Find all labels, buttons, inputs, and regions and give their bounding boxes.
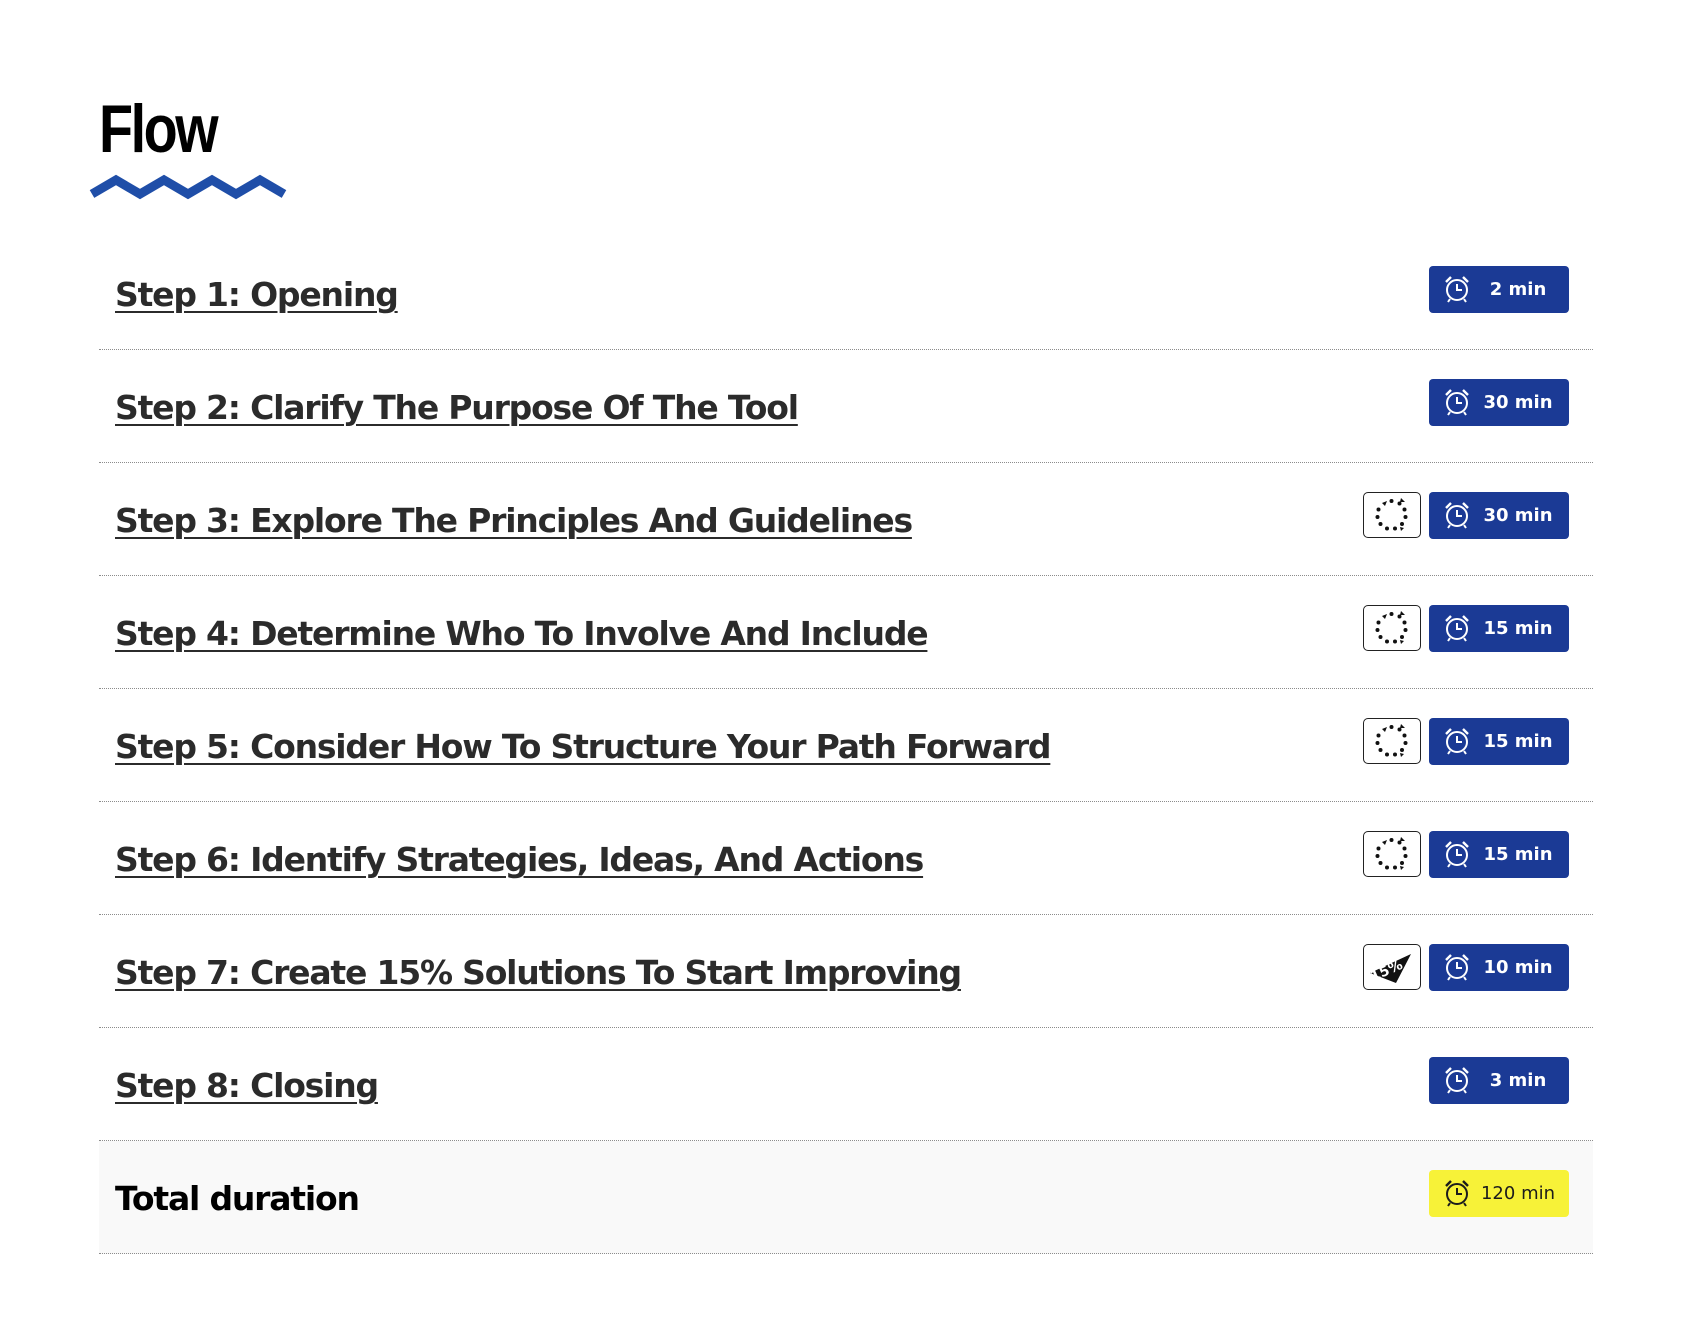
total-row: Total duration 120 min <box>99 1141 1593 1254</box>
duration-badge: 2 min <box>1429 266 1569 313</box>
steps-list: Step 1: Opening 2 min Step 2: Clarify Th… <box>99 237 1593 1254</box>
duration-text: 15 min <box>1483 618 1553 639</box>
alarm-clock-icon <box>1445 841 1469 868</box>
fifteen-percent-icon: 15% <box>1363 944 1421 990</box>
duration-text: 15 min <box>1483 844 1553 865</box>
duration-text: 2 min <box>1489 279 1547 300</box>
duration-text: 15 min <box>1483 731 1553 752</box>
alarm-clock-icon <box>1445 502 1469 529</box>
step-row: Step 6: Identify Strategies, Ideas, And … <box>99 802 1593 915</box>
step-row: Step 7: Create 15% Solutions To Start Im… <box>99 915 1593 1028</box>
duration-badge: 30 min <box>1429 379 1569 426</box>
step-7-link[interactable]: Step 7: Create 15% Solutions To Start Im… <box>115 951 962 995</box>
duration-text: 30 min <box>1483 505 1553 526</box>
step-6-link[interactable]: Step 6: Identify Strategies, Ideas, And … <box>115 838 924 882</box>
step-8-link[interactable]: Step 8: Closing <box>115 1064 379 1108</box>
alarm-clock-icon <box>1445 615 1469 642</box>
step-row: Step 2: Clarify The Purpose Of The Tool … <box>99 350 1593 463</box>
fifteen-percent-text: 15% <box>1368 957 1405 985</box>
step-row: Step 8: Closing 3 min <box>99 1028 1593 1141</box>
alarm-clock-icon <box>1445 728 1469 755</box>
duration-text: 3 min <box>1489 1070 1547 1091</box>
dotted-circle-icon <box>1363 605 1421 651</box>
step-row: Step 1: Opening 2 min <box>99 237 1593 350</box>
step-row: Step 3: Explore The Principles And Guide… <box>99 463 1593 576</box>
flow-page: Flow Step 1: Opening 2 min Step 2: Clari… <box>0 0 1702 1343</box>
duration-badge: 10 min <box>1429 944 1569 991</box>
dotted-circle-icon <box>1363 492 1421 538</box>
alarm-clock-icon <box>1445 954 1469 981</box>
step-4-link[interactable]: Step 4: Determine Who To Involve And Inc… <box>115 612 929 656</box>
duration-badge: 15 min <box>1429 831 1569 878</box>
total-duration-badge: 120 min <box>1429 1170 1569 1217</box>
alarm-clock-icon <box>1445 1067 1469 1094</box>
alarm-clock-icon <box>1445 389 1469 416</box>
duration-badge: 3 min <box>1429 1057 1569 1104</box>
duration-text: 10 min <box>1483 957 1553 978</box>
step-row: Step 4: Determine Who To Involve And Inc… <box>99 576 1593 689</box>
alarm-clock-icon <box>1445 276 1469 303</box>
step-3-link[interactable]: Step 3: Explore The Principles And Guide… <box>115 499 913 543</box>
dotted-circle-icon <box>1363 831 1421 877</box>
duration-badge: 30 min <box>1429 492 1569 539</box>
duration-badge: 15 min <box>1429 605 1569 652</box>
alarm-clock-icon <box>1445 1180 1469 1207</box>
step-5-link[interactable]: Step 5: Consider How To Structure Your P… <box>115 725 1052 769</box>
total-duration-text: 120 min <box>1480 1183 1556 1204</box>
duration-badge: 15 min <box>1429 718 1569 765</box>
total-duration-label: Total duration <box>115 1179 360 1218</box>
zigzag-divider-icon <box>89 174 287 200</box>
step-row: Step 5: Consider How To Structure Your P… <box>99 689 1593 802</box>
step-1-link[interactable]: Step 1: Opening <box>115 273 399 317</box>
page-title: Flow <box>99 91 219 167</box>
step-2-link[interactable]: Step 2: Clarify The Purpose Of The Tool <box>115 386 799 430</box>
duration-text: 30 min <box>1483 392 1553 413</box>
dotted-circle-icon <box>1363 718 1421 764</box>
